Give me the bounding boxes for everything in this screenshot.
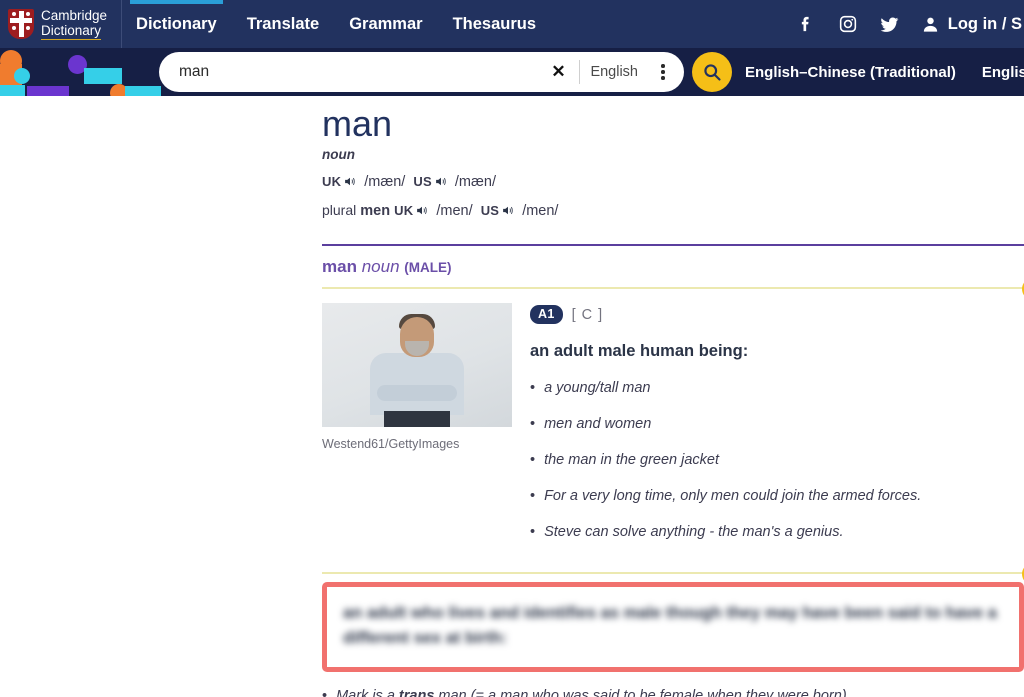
definition-text-blurred: an adult who lives and identifies as mal…: [343, 604, 997, 647]
list-item: • For a very long time, only men could j…: [530, 486, 1024, 506]
user-icon: [923, 17, 937, 32]
more-options-icon[interactable]: [652, 59, 674, 85]
logo-text: Cambridge Dictionary: [41, 8, 107, 40]
bullet-icon: •: [530, 380, 536, 396]
pronunciation-line-plural: plural men UK /men/ US /men/: [322, 197, 1024, 226]
plural-us-label: US: [480, 203, 500, 218]
us-label: US: [413, 174, 432, 189]
bullet-icon: •: [530, 488, 536, 504]
plural-uk-label: UK: [394, 203, 414, 218]
example-text: the man in the green jacket: [544, 452, 719, 468]
uk-label: UK: [322, 174, 342, 189]
search-box: ✕ English: [159, 52, 684, 92]
site-logo[interactable]: Cambridge Dictionary: [8, 0, 123, 48]
image-credit: Westend61/GettyImages: [322, 437, 460, 451]
search-bar-row: ✕ English English–Chinese (Traditional) …: [0, 48, 1024, 96]
twitter-icon[interactable]: [879, 13, 901, 35]
search-widget: ✕ English: [159, 52, 732, 92]
speaker-icon[interactable]: [343, 171, 357, 197]
list-item: • men and women: [530, 414, 1024, 434]
highlighted-definition-box: an adult who lives and identifies as mal…: [322, 582, 1024, 672]
list-item: • Steve can solve anything - the man's a…: [530, 522, 1024, 542]
sense-title: man noun (MALE): [322, 257, 1024, 277]
top-navigation-bar: Cambridge Dictionary Dictionary Translat…: [0, 0, 1024, 48]
bullet-icon: •: [322, 688, 328, 697]
smiling-man-photo: [322, 303, 512, 427]
search-input[interactable]: [177, 54, 546, 90]
definition-text: an adult male human being:: [530, 342, 749, 360]
nav-item-translate[interactable]: Translate: [247, 0, 319, 48]
facebook-icon[interactable]: [795, 13, 817, 35]
dictionary-language-links: English–Chinese (Traditional) Englis: [745, 64, 1024, 81]
example-pre: Mark is a: [336, 688, 399, 697]
search-language-selector[interactable]: English: [590, 64, 638, 80]
uk-ipa: /mæn/: [364, 174, 406, 190]
instagram-icon[interactable]: [837, 13, 859, 35]
search-icon: [704, 64, 721, 81]
logo-line-1: Cambridge: [41, 8, 108, 23]
cambridge-shield-icon: [8, 9, 34, 39]
sense-title-word: man: [322, 257, 357, 276]
search-button[interactable]: [692, 52, 732, 92]
speaker-icon[interactable]: [434, 171, 448, 197]
speaker-icon[interactable]: [415, 200, 429, 226]
plural-uk-ipa: /men/: [436, 203, 473, 219]
example-list: • a young/tall man • men and women • the…: [530, 378, 1024, 542]
sense-block-trans: + an adult who lives and identifies as m…: [322, 563, 1024, 697]
definition-body: Westend61/GettyImages A1 [ C ] an adult …: [322, 303, 1024, 558]
plural-label: plural: [322, 202, 357, 218]
sense-header: man noun (MALE): [322, 244, 1024, 277]
example-bold: trans: [398, 688, 435, 697]
bullet-icon: •: [530, 524, 536, 540]
bullet-icon: •: [530, 452, 536, 468]
grammar-code: [ C ]: [571, 306, 604, 323]
page-title: man: [322, 103, 393, 144]
example-text: Mark is a trans man (= a man who was sai…: [336, 686, 851, 697]
close-icon[interactable]: ✕: [545, 59, 571, 85]
sense-rule: +: [322, 563, 1024, 585]
plural-word: men: [360, 203, 391, 219]
nav-right-group: Log in / S: [795, 0, 1024, 48]
decorative-shapes: [0, 48, 161, 96]
lang-link-english-truncated[interactable]: Englis: [982, 64, 1024, 81]
list-item: • Mark is a trans man (= a man who was s…: [322, 686, 1024, 697]
part-of-speech: noun: [322, 147, 355, 162]
sense-guideword: (MALE): [404, 260, 452, 275]
definition-main: A1 [ C ] an adult male human being: • a …: [530, 303, 1024, 558]
example-post: man (= a man who was said to be female w…: [434, 688, 851, 697]
example-list: • Mark is a trans man (= a man who was s…: [322, 686, 1024, 697]
sense-block-male: man noun (MALE) +: [322, 244, 1024, 558]
lang-link-english-chinese[interactable]: English–Chinese (Traditional): [745, 64, 956, 81]
plural-us-ipa: /men/: [522, 203, 559, 219]
logo-line-2: Dictionary: [41, 23, 102, 40]
nav-item-dictionary[interactable]: Dictionary: [130, 0, 223, 48]
nav-item-thesaurus[interactable]: Thesaurus: [453, 0, 536, 48]
speaker-icon[interactable]: [501, 200, 515, 226]
pronunciation-line-singular: UK /mæn/ US /mæn/: [322, 169, 1024, 197]
us-ipa: /mæn/: [454, 174, 496, 190]
bullet-icon: •: [530, 416, 536, 432]
search-divider: [579, 60, 581, 84]
example-text: For a very long time, only men could joi…: [544, 488, 922, 504]
nav-item-grammar[interactable]: Grammar: [349, 0, 422, 48]
example-text: a young/tall man: [544, 380, 651, 396]
dictionary-entry: man noun UK /mæn/ US /mæn/ plural men UK…: [322, 96, 1024, 697]
example-text: Steve can solve anything - the man's a g…: [544, 524, 844, 540]
sense-title-pos: noun: [361, 257, 400, 276]
page-body: man noun UK /mæn/ US /mæn/ plural men UK…: [0, 96, 1024, 697]
example-text: men and women: [544, 416, 652, 432]
main-nav-links: Dictionary Translate Grammar Thesaurus: [130, 0, 536, 48]
cefr-level-badge[interactable]: A1: [530, 305, 563, 324]
level-row: A1 [ C ]: [530, 305, 1024, 324]
sense-rule: +: [322, 278, 1024, 300]
login-label: Log in / S: [947, 14, 1022, 33]
entry-figure: Westend61/GettyImages: [322, 303, 512, 558]
pronunciation-block: UK /mæn/ US /mæn/ plural men UK /men/ US…: [322, 169, 1024, 226]
login-button[interactable]: Log in / S: [921, 15, 1022, 34]
list-item: • a young/tall man: [530, 378, 1024, 398]
list-item: • the man in the green jacket: [530, 450, 1024, 470]
